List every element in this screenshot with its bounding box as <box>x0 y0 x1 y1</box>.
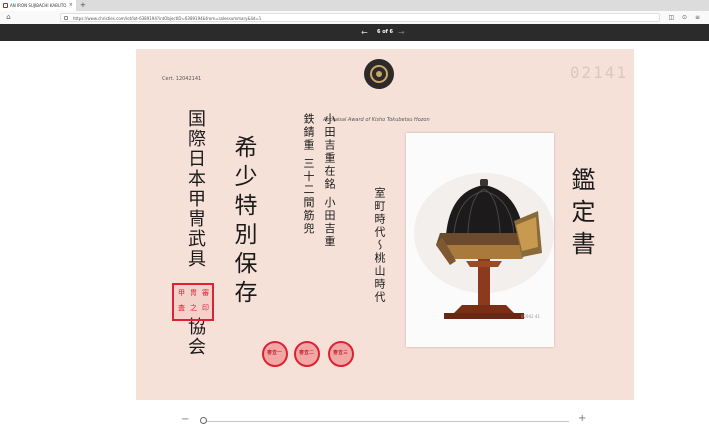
browser-toolbar: ⌂ https://www.christies.com/lot/lot-6389… <box>0 11 709 25</box>
zoom-slider-track[interactable] <box>202 421 569 422</box>
cert-number-stamp: 02141 <box>569 63 628 82</box>
grade-text: 希少特別保存 <box>230 135 256 309</box>
seal-char: 印 <box>202 304 209 312</box>
seal-char: 之 <box>190 304 197 312</box>
seal-char: 甲 <box>178 289 185 297</box>
round-seal-1: 審査一 <box>262 341 288 367</box>
association-name: 国際日本甲冑武具 <box>182 109 208 269</box>
round-seal-text: 審査一 <box>267 350 283 356</box>
zoom-in-button[interactable]: + <box>578 413 586 424</box>
favicon-icon <box>3 3 8 8</box>
prev-arrow-icon[interactable]: ← <box>361 24 368 41</box>
round-seal-text: 審査三 <box>333 350 349 356</box>
kabuto-photo: 02942 41 <box>406 133 554 347</box>
association-emblem-icon <box>364 59 394 89</box>
round-seal-3: 審査三 <box>328 341 354 367</box>
zoom-out-button[interactable]: − <box>181 414 189 425</box>
red-square-seal: 甲 冑 審 査 之 印 <box>172 283 214 321</box>
new-tab-button[interactable]: + <box>80 0 86 11</box>
round-seal-2: 審査二 <box>294 341 320 367</box>
period-text: 室町時代〜桃山時代 <box>373 187 386 304</box>
address-bar[interactable]: https://www.christies.com/lot/lot-638919… <box>60 13 660 22</box>
tab-title: AN IRON SUJIBACHI KABUTO <box>10 3 67 8</box>
toolbar-icons[interactable]: ◫ ⊙ ≡ <box>668 13 703 22</box>
cert-label: Cert. 12042141 <box>162 76 202 82</box>
zoom-bar: − + <box>0 412 709 431</box>
seal-char: 冑 <box>190 289 197 297</box>
appraisal-title: Appraisal Award of Kisho Tokubetsu Hozon <box>323 117 430 123</box>
image-counter: 6 of 6 <box>376 29 394 35</box>
item-description-2: 小田吉重在銘 小田吉重 <box>323 113 336 249</box>
tab-bar: AN IRON SUJIBACHI KABUTO × + <box>0 0 709 11</box>
round-seal-text: 審査二 <box>299 350 315 356</box>
certificate-heading: 鑑定書 <box>567 167 595 263</box>
association-name-main: 国際日本甲冑武具 <box>185 109 206 269</box>
photo-caption: 02942 41 <box>520 314 540 319</box>
lock-icon <box>64 16 68 20</box>
zoom-slider-handle[interactable] <box>200 417 207 424</box>
home-icon[interactable]: ⌂ <box>4 13 13 22</box>
certificate-document: Cert. 12042141 02141 Appraisal Award of … <box>136 49 634 400</box>
item-description-1: 鉄錆重 三十二間筋兜 <box>302 113 315 236</box>
seal-char: 査 <box>178 304 185 312</box>
emblem-center <box>376 71 382 77</box>
association-name-tail: 協会 <box>185 317 206 357</box>
tab-close-button[interactable]: × <box>69 0 73 11</box>
next-arrow-icon[interactable]: → <box>398 24 405 41</box>
seal-char: 審 <box>202 289 209 297</box>
url-text: https://www.christies.com/lot/lot-638919… <box>73 16 262 21</box>
viewer-bar: ← 6 of 6 → <box>0 24 709 41</box>
browser-tab[interactable]: AN IRON SUJIBACHI KABUTO × <box>0 0 76 11</box>
